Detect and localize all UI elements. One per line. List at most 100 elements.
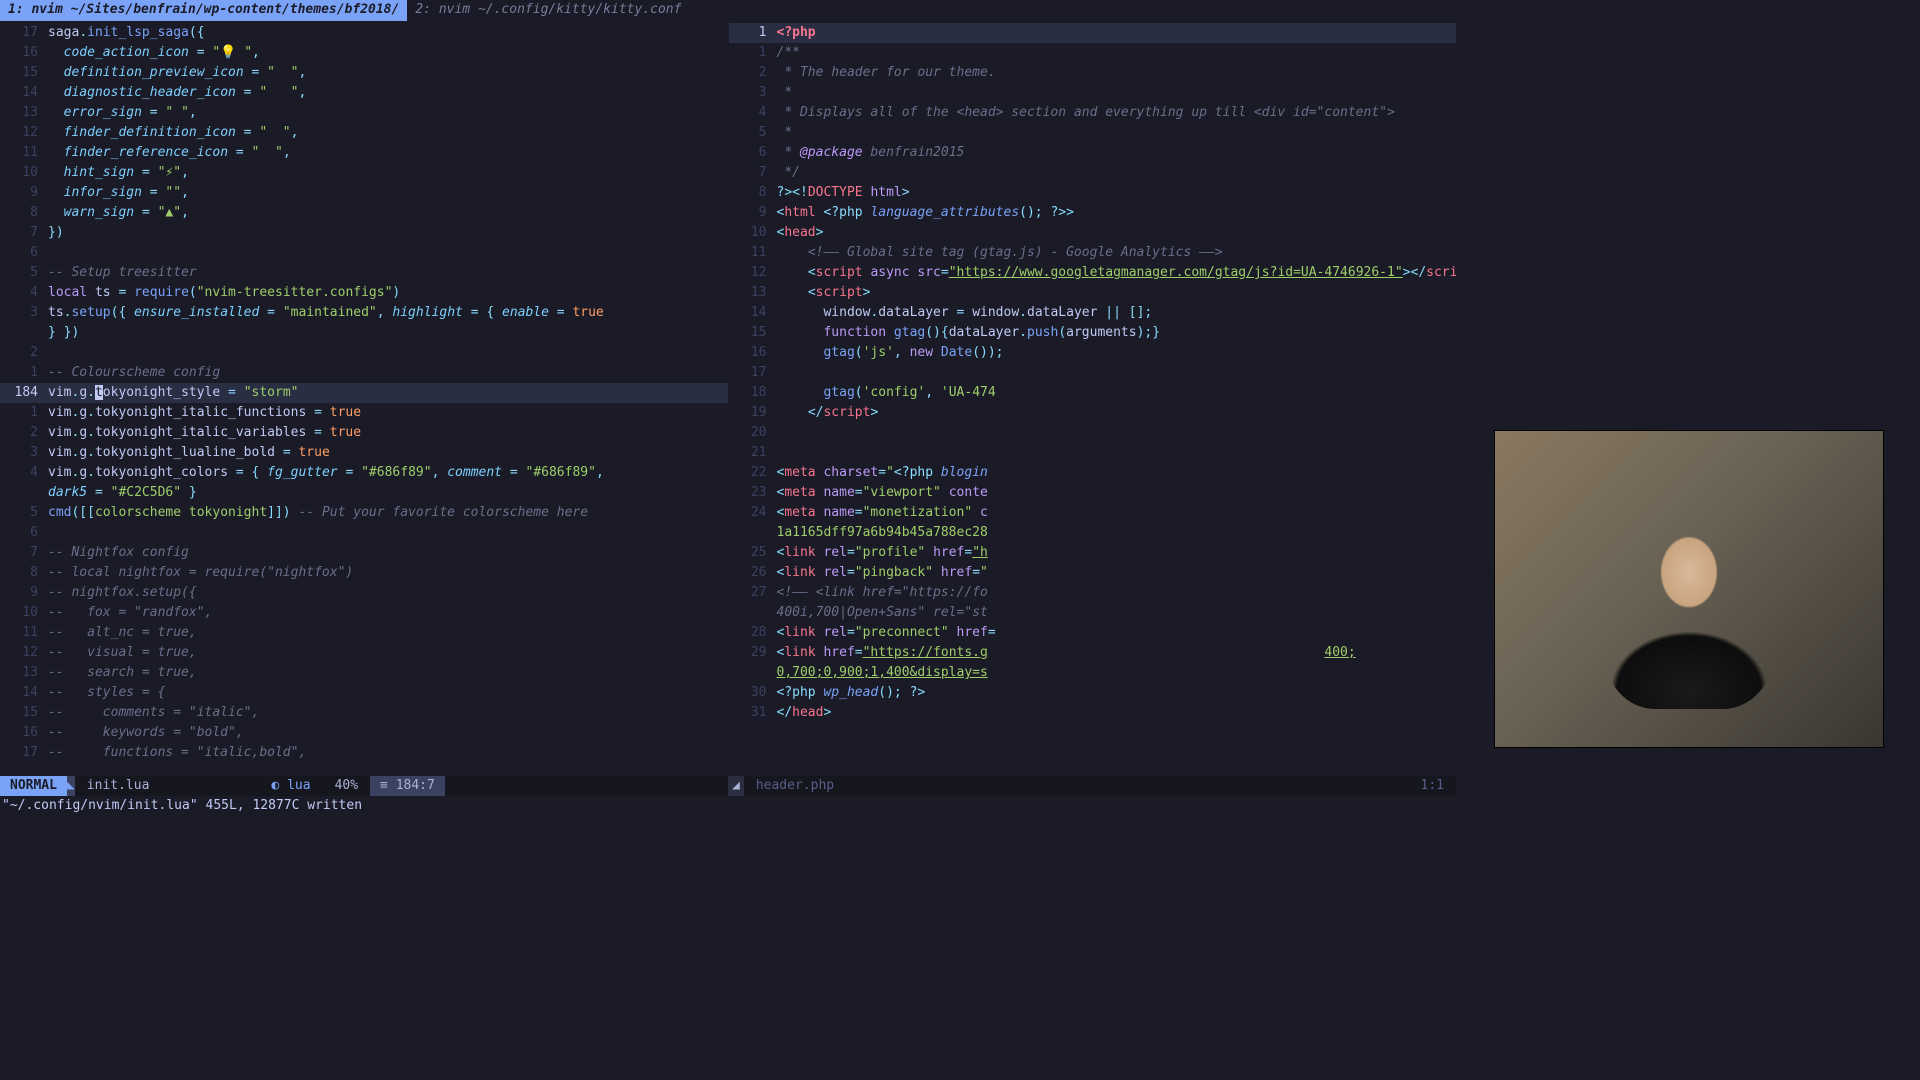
code-content[interactable] [777, 443, 1457, 463]
code-line[interactable]: 8 warn_sign = "▲", [0, 203, 728, 223]
code-content[interactable]: dark5 = "#C2C5D6" } [48, 483, 728, 503]
code-content[interactable]: * Displays all of the <head> section and… [777, 103, 1457, 123]
code-line[interactable]: 25<link rel="profile" href="h [729, 543, 1457, 563]
code-content[interactable]: gtag('config', 'UA-474 [777, 383, 1457, 403]
code-line[interactable]: 15 function gtag(){dataLayer.push(argume… [729, 323, 1457, 343]
code-content[interactable]: <?php [777, 23, 1457, 43]
code-content[interactable] [777, 423, 1457, 443]
code-content[interactable]: <link rel="pingback" href=" [777, 563, 1457, 583]
code-content[interactable]: warn_sign = "▲", [48, 203, 728, 223]
code-line[interactable]: 6 * @package benfrain2015 [729, 143, 1457, 163]
code-line[interactable]: 14 window.dataLayer = window.dataLayer |… [729, 303, 1457, 323]
code-content[interactable]: <meta charset="<?php blogin [777, 463, 1457, 483]
code-line[interactable]: 21 [729, 443, 1457, 463]
code-content[interactable]: /** [777, 43, 1457, 63]
code-content[interactable]: vim.g.tokyonight_colors = { fg_gutter = … [48, 463, 728, 483]
code-content[interactable]: <!—— <link href="https://fo [777, 583, 1457, 603]
code-line[interactable]: 3ts.setup({ ensure_installed = "maintain… [0, 303, 728, 323]
code-line[interactable]: 22<meta charset="<?php blogin [729, 463, 1457, 483]
code-line[interactable]: 27<!—— <link href="https://fo [729, 583, 1457, 603]
code-content[interactable]: cmd([[colorscheme tokyonight]]) -- Put y… [48, 503, 728, 523]
code-line[interactable]: 26<link rel="pingback" href=" [729, 563, 1457, 583]
code-content[interactable]: 1a1165dff97a6b94b45a788ec28 [777, 523, 1457, 543]
code-line[interactable]: 16-- keywords = "bold", [0, 723, 728, 743]
code-content[interactable]: definition_preview_icon = " ", [48, 63, 728, 83]
code-line[interactable]: 15-- comments = "italic", [0, 703, 728, 723]
code-line[interactable]: 2vim.g.tokyonight_italic_variables = tru… [0, 423, 728, 443]
code-content[interactable]: * [777, 83, 1457, 103]
code-line[interactable]: 13-- search = true, [0, 663, 728, 683]
code-content[interactable]: -- Nightfox config [48, 543, 728, 563]
code-content[interactable]: * @package benfrain2015 [777, 143, 1457, 163]
code-content[interactable]: }) [48, 223, 728, 243]
code-line[interactable]: 12 <script async src="https://www.google… [729, 263, 1457, 283]
code-content[interactable]: -- comments = "italic", [48, 703, 728, 723]
code-line[interactable]: 10<head> [729, 223, 1457, 243]
code-content[interactable]: local ts = require("nvim-treesitter.conf… [48, 283, 728, 303]
code-content[interactable]: vim.g.tokyonight_italic_functions = true [48, 403, 728, 423]
code-content[interactable]: function gtag(){dataLayer.push(arguments… [777, 323, 1457, 343]
code-line[interactable]: 7 */ [729, 163, 1457, 183]
code-content[interactable]: <?php wp_head(); ?> [777, 683, 1457, 703]
code-content[interactable]: gtag('js', new Date()); [777, 343, 1457, 363]
code-content[interactable]: -- Setup treesitter [48, 263, 728, 283]
code-line[interactable]: 9-- nightfox.setup({ [0, 583, 728, 603]
command-line[interactable]: "~/.config/nvim/init.lua" 455L, 12877C w… [0, 796, 1456, 816]
code-line[interactable]: 8?><!DOCTYPE html> [729, 183, 1457, 203]
code-content[interactable]: -- fox = "randfox", [48, 603, 728, 623]
code-content[interactable]: } }) [48, 323, 728, 343]
code-line[interactable]: 1vim.g.tokyonight_italic_functions = tru… [0, 403, 728, 423]
code-line[interactable]: 23<meta name="viewport" conte [729, 483, 1457, 503]
code-line[interactable]: 184vim.g.tokyonight_style = "storm" [0, 383, 728, 403]
code-line[interactable]: 9 infor_sign = "", [0, 183, 728, 203]
code-line[interactable]: 10-- fox = "randfox", [0, 603, 728, 623]
left-pane[interactable]: 17saga.init_lsp_saga({16 code_action_ico… [0, 21, 729, 776]
tab-1-active[interactable]: 1: nvim ~/Sites/benfrain/wp-content/them… [0, 0, 407, 21]
code-line[interactable]: 20 [729, 423, 1457, 443]
code-content[interactable]: finder_definition_icon = " ", [48, 123, 728, 143]
code-line[interactable]: 9<html <?php language_attributes(); ?>> [729, 203, 1457, 223]
code-content[interactable]: </head> [777, 703, 1457, 723]
code-line[interactable]: 5-- Setup treesitter [0, 263, 728, 283]
code-line[interactable]: 29<link href="https://fonts.g 400; [729, 643, 1457, 663]
code-content[interactable]: ts.setup({ ensure_installed = "maintaine… [48, 303, 728, 323]
code-line[interactable]: dark5 = "#C2C5D6" } [0, 483, 728, 503]
code-content[interactable]: -- alt_nc = true, [48, 623, 728, 643]
code-line[interactable]: 12 finder_definition_icon = " ", [0, 123, 728, 143]
code-content[interactable]: vim.g.tokyonight_style = "storm" [48, 383, 728, 403]
code-line[interactable]: } }) [0, 323, 728, 343]
code-content[interactable] [48, 343, 728, 363]
code-content[interactable]: <link rel="preconnect" href= [777, 623, 1457, 643]
code-content[interactable]: -- keywords = "bold", [48, 723, 728, 743]
code-line[interactable]: 13 <script> [729, 283, 1457, 303]
right-pane[interactable]: 1<?php1/**2 * The header for our theme. 3… [729, 21, 1457, 776]
code-content[interactable]: <!—— Global site tag (gtag.js) - Google … [777, 243, 1457, 263]
code-content[interactable]: <meta name="viewport" conte [777, 483, 1457, 503]
code-content[interactable]: -- search = true, [48, 663, 728, 683]
code-line[interactable]: 30<?php wp_head(); ?> [729, 683, 1457, 703]
code-line[interactable]: 400i,700|Open+Sans" rel="st [729, 603, 1457, 623]
code-content[interactable]: 0,700;0,900;1,400&display=s [777, 663, 1457, 683]
code-content[interactable]: finder_reference_icon = " ", [48, 143, 728, 163]
code-content[interactable]: -- Colourscheme config [48, 363, 728, 383]
code-line[interactable]: 17 [729, 363, 1457, 383]
code-line[interactable]: 6 [0, 243, 728, 263]
code-line[interactable]: 0,700;0,900;1,400&display=s [729, 663, 1457, 683]
code-content[interactable]: diagnostic_header_icon = " ", [48, 83, 728, 103]
code-content[interactable]: window.dataLayer = window.dataLayer || [… [777, 303, 1457, 323]
code-line[interactable]: 2 * The header for our theme. [729, 63, 1457, 83]
code-line[interactable]: 1-- Colourscheme config [0, 363, 728, 383]
code-line[interactable]: 5 * [729, 123, 1457, 143]
code-content[interactable]: -- nightfox.setup({ [48, 583, 728, 603]
code-line[interactable]: 14 diagnostic_header_icon = " ", [0, 83, 728, 103]
code-content[interactable]: </script> [777, 403, 1457, 423]
code-line[interactable]: 4 * Displays all of the <head> section a… [729, 103, 1457, 123]
code-line[interactable]: 1<?php [729, 23, 1457, 43]
code-content[interactable]: -- visual = true, [48, 643, 728, 663]
code-content[interactable]: -- functions = "italic,bold", [48, 743, 728, 763]
code-line[interactable]: 18 gtag('config', 'UA-474 [729, 383, 1457, 403]
code-content[interactable]: <head> [777, 223, 1457, 243]
code-line[interactable]: 1/** [729, 43, 1457, 63]
code-line[interactable]: 16 code_action_icon = "💡 ", [0, 43, 728, 63]
code-line[interactable]: 7-- Nightfox config [0, 543, 728, 563]
